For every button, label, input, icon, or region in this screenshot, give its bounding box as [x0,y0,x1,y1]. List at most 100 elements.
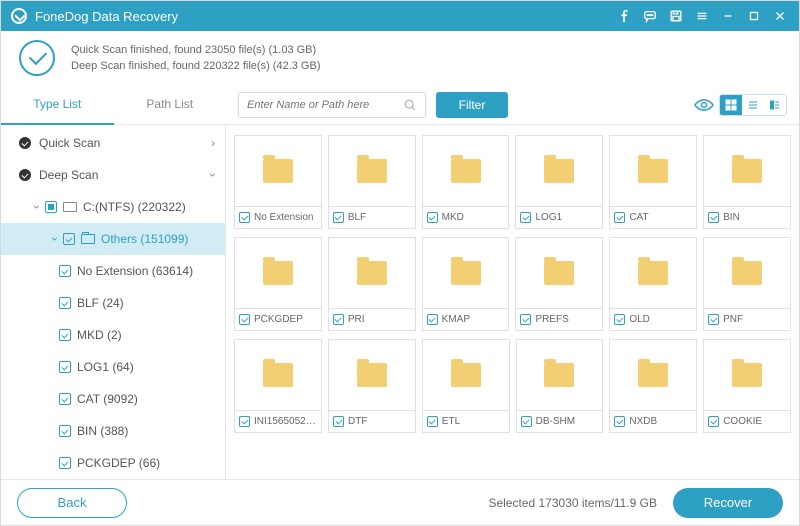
search-input[interactable] [247,99,403,111]
checkbox[interactable] [59,425,71,437]
checkbox[interactable] [614,314,625,325]
tab-type-list[interactable]: Type List [1,85,114,125]
checkbox[interactable] [520,314,531,325]
file-card[interactable]: OLD [609,237,697,331]
sidebar-item[interactable]: BLF (24) [1,287,225,319]
file-card[interactable]: PRI [328,237,416,331]
sidebar: Quick Scan › Deep Scan › › C:(NTFS) (220… [1,125,226,479]
file-label: MKD [442,212,464,223]
checkbox[interactable] [59,329,71,341]
feedback-icon[interactable] [637,1,663,31]
menu-icon[interactable] [689,1,715,31]
maximize-icon[interactable] [741,1,767,31]
checkbox[interactable] [59,265,71,277]
file-card[interactable]: KMAP [422,237,510,331]
checkbox[interactable] [614,212,625,223]
sidebar-item[interactable]: PCKGDEP (66) [1,447,225,479]
checkbox[interactable] [239,416,250,427]
file-card[interactable]: BIN [703,135,791,229]
folder-icon [357,261,387,285]
file-card[interactable]: LOG1 [515,135,603,229]
footer: Back Selected 173030 items/11.9 GB Recov… [1,479,799,525]
sidebar-item[interactable]: BIN (388) [1,415,225,447]
view-list-icon[interactable] [742,95,764,115]
sidebar-item[interactable]: CAT (9092) [1,383,225,415]
filter-button[interactable]: Filter [436,92,508,118]
checkbox[interactable] [427,212,438,223]
folder-icon [544,363,574,387]
folder-icon [263,159,293,183]
checkbox[interactable] [708,212,719,223]
search-input-wrapper[interactable] [238,92,426,118]
file-label: No Extension [254,212,313,223]
checkbox[interactable] [427,314,438,325]
file-card[interactable]: INI1565052569 [234,339,322,433]
checkbox[interactable] [59,297,71,309]
file-card[interactable]: COOKIE [703,339,791,433]
file-label: PNF [723,314,743,325]
view-grid-icon[interactable] [720,95,742,115]
checkbox[interactable] [63,233,75,245]
close-icon[interactable] [767,1,793,31]
checkbox[interactable] [59,361,71,373]
checkbox[interactable] [239,314,250,325]
sidebar-item[interactable]: No Extension (63614) [1,255,225,287]
checkbox[interactable] [333,416,344,427]
checkbox[interactable] [59,457,71,469]
folder-icon [263,261,293,285]
file-card[interactable]: MKD [422,135,510,229]
file-card[interactable]: PNF [703,237,791,331]
checkbox[interactable] [708,416,719,427]
file-card[interactable]: DB-SHM [516,339,604,433]
sidebar-item[interactable]: LOG1 (64) [1,351,225,383]
file-label: BLF [348,212,366,223]
tab-path-list[interactable]: Path List [114,85,227,125]
sidebar-label: PCKGDEP (66) [77,456,160,470]
minimize-icon[interactable] [715,1,741,31]
sidebar-label: Deep Scan [39,168,98,182]
sidebar-quick-scan[interactable]: Quick Scan › [1,127,225,159]
file-card[interactable]: DTF [328,339,416,433]
checkbox[interactable] [239,212,250,223]
file-card[interactable]: PCKGDEP [234,237,322,331]
file-label: ETL [442,416,460,427]
checkbox[interactable] [333,212,344,223]
quick-scan-summary: Quick Scan finished, found 23050 file(s)… [71,42,320,58]
checkbox[interactable] [59,393,71,405]
checkbox[interactable] [521,416,532,427]
save-icon[interactable] [663,1,689,31]
checkbox[interactable] [708,314,719,325]
checkbox[interactable] [333,314,344,325]
preview-icon[interactable] [693,96,715,114]
file-card[interactable]: ETL [422,339,510,433]
back-button[interactable]: Back [17,488,127,518]
folder-icon [263,363,293,387]
recover-button[interactable]: Recover [673,488,783,518]
file-card[interactable]: NXDB [609,339,697,433]
file-card[interactable]: BLF [328,135,416,229]
chevron-down-icon: › [30,201,44,213]
toolbar: Type List Path List Filter [1,85,799,125]
file-card[interactable]: PREFS [515,237,603,331]
status-dot-icon [19,137,31,149]
sidebar-deep-scan[interactable]: Deep Scan › [1,159,225,191]
sidebar-label: CAT (9092) [77,392,138,406]
file-label: DB-SHM [536,416,575,427]
file-card[interactable]: CAT [609,135,697,229]
sidebar-item[interactable]: MKD (2) [1,319,225,351]
file-label: LOG1 [535,212,562,223]
view-detail-icon[interactable] [764,95,786,115]
folder-icon [357,363,387,387]
checkbox[interactable] [520,212,531,223]
folder-icon [451,363,481,387]
sidebar-others[interactable]: › Others (151099) [1,223,225,255]
folder-icon [544,261,574,285]
file-label: BIN [723,212,740,223]
file-label: INI1565052569 [254,416,317,427]
facebook-icon[interactable] [611,1,637,31]
checkbox[interactable] [427,416,438,427]
sidebar-drive[interactable]: › C:(NTFS) (220322) [1,191,225,223]
file-card[interactable]: No Extension [234,135,322,229]
checkbox[interactable] [614,416,625,427]
checkbox[interactable] [45,201,57,213]
